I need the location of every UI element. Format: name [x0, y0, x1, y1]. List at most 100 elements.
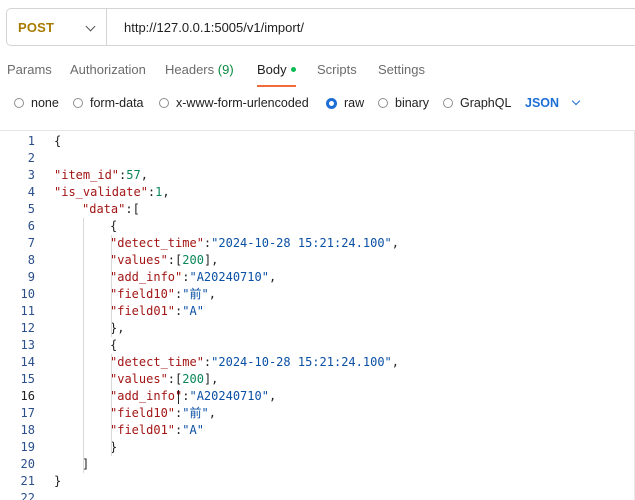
line-number: 20 — [20, 457, 35, 471]
tab-scripts[interactable]: Scripts — [317, 60, 357, 88]
radio-button[interactable] — [378, 98, 388, 108]
code-line: 18 "field01":"A" — [0, 422, 635, 439]
code-text: "data":[ — [82, 202, 140, 216]
radio-binary[interactable]: binary — [378, 96, 429, 110]
headers-count: (9) — [217, 62, 234, 77]
code-text: "field10":"前", — [110, 287, 216, 301]
tab-label: Body — [257, 62, 287, 77]
code-text: "detect_time":"2024-10-28 15:21:24.100", — [110, 355, 400, 369]
tab-body[interactable]: Body — [257, 60, 296, 88]
url-input[interactable]: http://127.0.0.1:5005/v1/import/ — [107, 20, 304, 35]
code-text: { — [110, 338, 118, 352]
code-text: "field01":"A" — [110, 304, 204, 318]
body-type-options: none form-data x-www-form-urlencoded raw… — [14, 96, 634, 114]
line-number: 22 — [20, 491, 35, 500]
code-text: "add_info":"A20240710", — [110, 270, 277, 284]
code-line: 20] — [0, 456, 635, 473]
line-number: 19 — [20, 440, 35, 454]
method-label: POST — [18, 19, 55, 35]
line-number: 17 — [20, 406, 35, 420]
code-line: 15 "values":[200], — [0, 371, 635, 388]
code-line: 22 — [0, 490, 635, 500]
radio-button[interactable] — [443, 98, 453, 108]
code-line: 19} — [0, 439, 635, 456]
radio-label: x-www-form-urlencoded — [176, 96, 309, 110]
line-number: 10 — [20, 287, 35, 301]
code-text: }, — [110, 321, 125, 335]
code-line: 10 "field10":"前", — [0, 286, 635, 303]
radio-button-checked[interactable] — [326, 97, 337, 109]
tab-label: Headers — [165, 62, 215, 77]
line-number: 21 — [20, 474, 35, 488]
code-text: } — [54, 474, 62, 488]
radio-graphql[interactable]: GraphQL — [443, 96, 511, 110]
line-number: 6 — [27, 219, 35, 233]
indent-guide — [111, 235, 112, 337]
line-number: 14 — [20, 355, 35, 369]
radio-button[interactable] — [159, 98, 169, 108]
code-line: 4 "is_validate":1, — [0, 184, 635, 201]
body-indicator-dot — [290, 67, 296, 72]
line-number: 4 — [27, 185, 35, 199]
code-line: 17 "field10":"前", — [0, 405, 635, 422]
code-line: 14 "detect_time":"2024-10-28 15:21:24.100… — [0, 354, 635, 371]
radio-raw[interactable]: raw — [326, 96, 364, 110]
code-line: 5 "data":[ — [0, 201, 635, 218]
tab-label: Authorization — [70, 62, 146, 77]
code-text: "field10":"前", — [110, 406, 216, 420]
indent-guide — [111, 354, 112, 456]
tab-settings[interactable]: Settings — [378, 60, 425, 88]
code-text: "item_id":57, — [54, 168, 148, 182]
line-number: 15 — [20, 372, 35, 386]
code-line: 11 "field01":"A" — [0, 303, 635, 320]
code-line: 1{ — [0, 133, 635, 150]
code-line: 16 "add_info":"A20240710", — [0, 388, 635, 405]
active-tab-underline — [257, 85, 296, 87]
radio-button[interactable] — [14, 98, 24, 108]
line-number: 5 — [27, 202, 35, 216]
code-line: 12}, — [0, 320, 635, 337]
radio-x-www-form-urlencoded[interactable]: x-www-form-urlencoded — [159, 96, 309, 110]
line-number: 8 — [27, 253, 35, 267]
request-tabs: Params Authorization Headers (9) Body Sc… — [7, 60, 635, 88]
code-text: "detect_time":"2024-10-28 15:21:24.100", — [110, 236, 400, 250]
request-url-bar: POST http://127.0.0.1:5005/v1/import/ — [6, 8, 635, 46]
tab-authorization[interactable]: Authorization — [70, 60, 146, 88]
indent-guide — [83, 218, 84, 473]
radio-button[interactable] — [73, 98, 83, 108]
line-number: 1 — [27, 134, 35, 148]
tab-label: Scripts — [317, 62, 357, 77]
chevron-down-icon — [85, 21, 96, 32]
format-label: JSON — [525, 96, 560, 110]
code-text: "values":[200], — [110, 372, 219, 386]
code-line: 3 "item_id":57, — [0, 167, 635, 184]
code-line: 6{ — [0, 218, 635, 235]
code-text: "field01":"A" — [110, 423, 204, 437]
tab-label: Settings — [378, 62, 425, 77]
code-line: 9 "add_info":"A20240710", — [0, 269, 635, 286]
code-line: 21} — [0, 473, 635, 490]
radio-label: none — [31, 96, 59, 110]
code-text: "is_validate":1, — [54, 185, 170, 199]
radio-label: GraphQL — [460, 96, 512, 110]
method-selector[interactable]: POST — [7, 9, 107, 45]
line-number: 3 — [27, 168, 35, 182]
line-number: 11 — [20, 304, 35, 318]
radio-form-data[interactable]: form-data — [73, 96, 144, 110]
code-text: { — [110, 219, 118, 233]
code-text: { — [54, 134, 62, 148]
line-number: 2 — [27, 151, 35, 165]
code-line: 7 "detect_time":"2024-10-28 15:21:24.100"… — [0, 235, 635, 252]
radio-label: form-data — [90, 96, 144, 110]
code-text: "values":[200], — [110, 253, 219, 267]
tab-headers[interactable]: Headers (9) — [165, 60, 234, 88]
code-line: 2 — [0, 150, 635, 167]
json-body-editor[interactable]: 1{2 3 "item_id":57, 4 "is_validate":1, 5 "data… — [0, 131, 635, 500]
format-dropdown[interactable]: JSON — [525, 96, 581, 110]
code-line: 8 "values":[200], — [0, 252, 635, 269]
tab-label: Params — [7, 62, 52, 77]
tab-params[interactable]: Params — [7, 60, 52, 88]
line-number: 12 — [20, 321, 35, 335]
radio-label: raw — [344, 96, 365, 110]
radio-none[interactable]: none — [14, 96, 59, 110]
